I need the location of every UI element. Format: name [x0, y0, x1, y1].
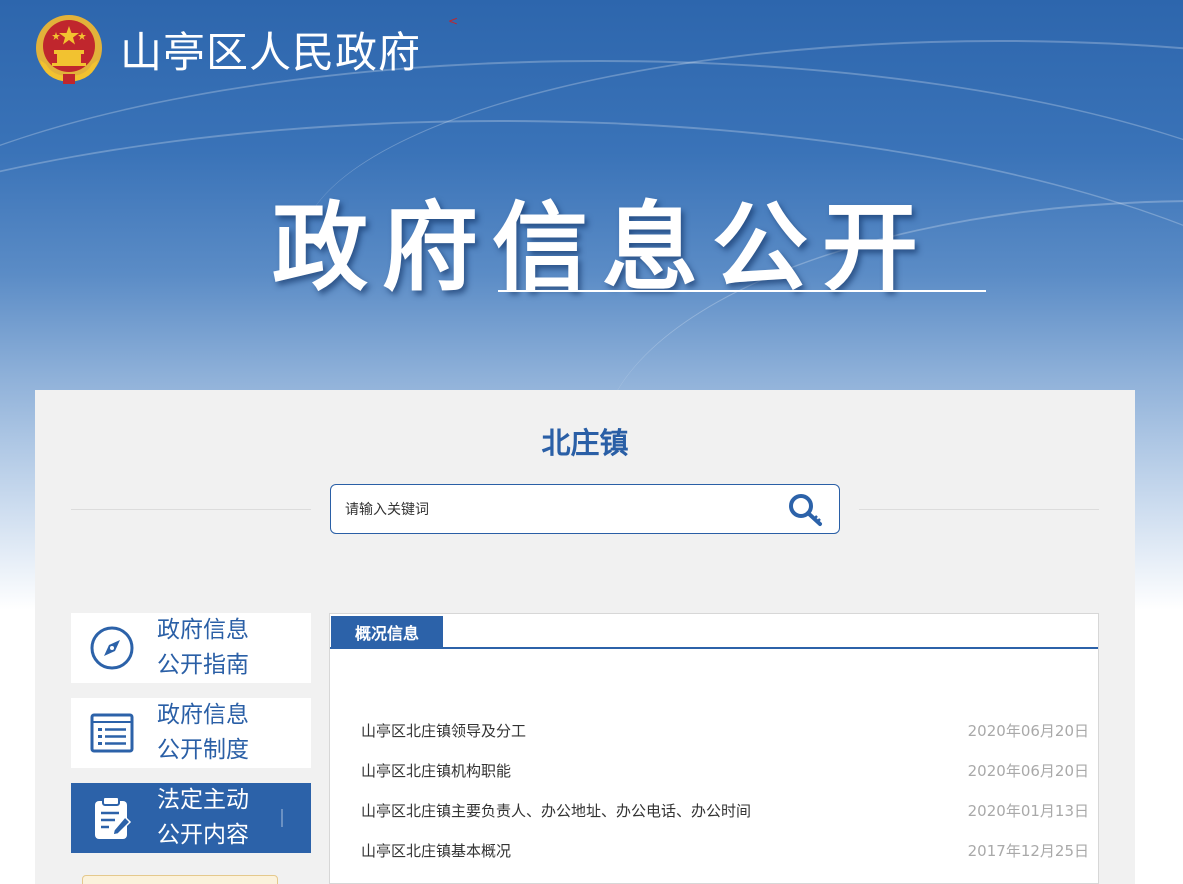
list-item[interactable]: 山亭区北庄镇基本概况 2017年12月25日 [361, 838, 1089, 862]
list-item-date: 2020年06月20日 [967, 761, 1089, 780]
sidebar-item-label: 法定主动 公开内容 [157, 783, 249, 853]
sidebar-item-system[interactable]: 政府信息 公开制度 [71, 698, 311, 768]
sidebar-label-line: 政府信息 [157, 702, 249, 728]
page-title: 北庄镇 [541, 426, 629, 460]
content-panel: 概况信息 山亭区北庄镇领导及分工 2020年06月20日 山亭区北庄镇机构职能 … [329, 613, 1099, 884]
hero-underline [498, 290, 986, 292]
sidebar-label-line: 公开制度 [157, 737, 249, 763]
divider-right [859, 509, 1099, 510]
list-item-title[interactable]: 山亭区北庄镇基本概况 [361, 840, 511, 861]
site-logo[interactable]: 山亭区人民政府 [34, 12, 421, 86]
search-icon[interactable] [787, 492, 825, 528]
compass-icon [90, 626, 134, 670]
sidebar-item-label: 政府信息 公开制度 [157, 698, 249, 768]
divider-left [71, 509, 311, 510]
search-bar [330, 484, 840, 534]
list-item-date: 2017年12月25日 [967, 841, 1089, 860]
site-title: 山亭区人民政府 [120, 27, 422, 77]
list-item-title[interactable]: 山亭区北庄镇主要负责人、办公地址、办公电话、办公时间 [361, 800, 751, 821]
search-input[interactable] [345, 499, 775, 521]
sidebar-label-line: 公开内容 [157, 822, 249, 848]
sidebar-item-label: 政府信息 公开指南 [157, 613, 249, 683]
hero-title: 政府信息公开 [272, 192, 932, 304]
sidebar-label-line: 法定主动 [157, 787, 249, 813]
sidebar-subitem[interactable] [82, 875, 278, 884]
sidebar-label-line: 政府信息 [157, 617, 249, 643]
list-item-title[interactable]: 山亭区北庄镇机构职能 [361, 760, 511, 781]
sidebar-item-statutory-content[interactable]: 法定主动 公开内容 [71, 783, 311, 853]
sidebar-item-guide[interactable]: 政府信息 公开指南 [71, 613, 311, 683]
list-item-date: 2020年06月20日 [967, 721, 1089, 740]
list-item[interactable]: 山亭区北庄镇领导及分工 2020年06月20日 [361, 718, 1089, 742]
tab-overview[interactable]: 概况信息 [331, 616, 443, 648]
clipboard-edit-icon [95, 796, 132, 839]
main-panel: 北庄镇 政府信息 公开指南 [35, 390, 1135, 884]
tab-bar: 概况信息 [330, 614, 1098, 649]
sidebar-separator [281, 809, 283, 827]
list-item-title[interactable]: 山亭区北庄镇领导及分工 [361, 720, 526, 741]
list-icon [90, 713, 134, 753]
back-arrow-icon[interactable]: < [448, 14, 458, 28]
national-emblem-icon [36, 15, 102, 84]
sidebar-label-line: 公开指南 [157, 652, 249, 678]
list-item[interactable]: 山亭区北庄镇主要负责人、办公地址、办公电话、办公时间 2020年01月13日 [361, 798, 1089, 822]
list-item-date: 2020年01月13日 [967, 801, 1089, 820]
list-item[interactable]: 山亭区北庄镇机构职能 2020年06月20日 [361, 758, 1089, 782]
